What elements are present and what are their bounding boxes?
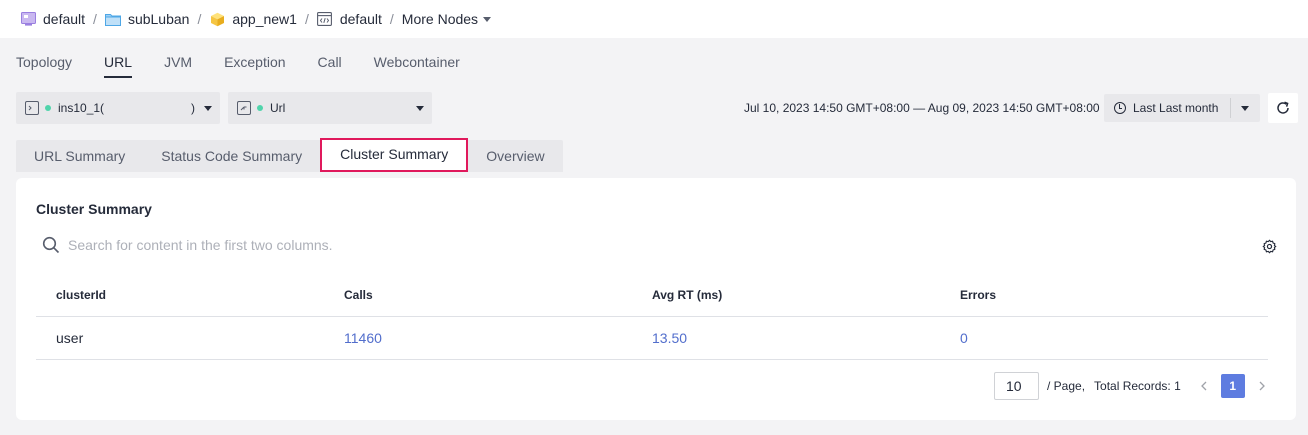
tab-url[interactable]: URL [104,52,133,78]
breadcrumb-label: subLuban [127,11,190,27]
chevron-down-icon [1241,106,1249,111]
breadcrumb-separator: / [389,11,394,27]
instance-select-value: ins10_1( [58,101,105,115]
breadcrumb-item-environment[interactable]: default [317,11,382,27]
instance-select-suffix: ) [191,101,195,115]
instance-select[interactable]: ins10_1( ) [16,92,220,124]
table-row: user 11460 13.50 0 [36,317,1268,360]
time-range-preset: Last Last month [1133,101,1219,115]
breadcrumb-label: app_new1 [232,11,297,27]
code-window-icon [317,11,333,27]
folder-icon [104,11,121,27]
breadcrumb-separator: / [304,11,309,27]
tab-overview[interactable]: Overview [468,140,562,172]
sub-tabs: URL Summary Status Code Summary Cluster … [16,138,563,172]
breadcrumb-item-application[interactable]: app_new1 [209,11,297,27]
tab-webcontainer[interactable]: Webcontainer [374,52,460,78]
divider [1230,98,1231,118]
refresh-icon [1277,101,1289,114]
breadcrumb-separator: / [197,11,202,27]
more-nodes-dropdown[interactable]: More Nodes [401,11,492,27]
cell-avg-rt-link[interactable]: 13.50 [652,330,960,346]
pagination: 10 / Page, Total Records: 1 1 [994,372,1269,400]
column-header-errors[interactable]: Errors [960,288,1268,302]
cell-errors-link[interactable]: 0 [960,330,1268,346]
column-header-clusterid[interactable]: clusterId [36,288,344,302]
cube-icon [209,11,225,27]
instance-icon [25,101,39,115]
column-header-calls[interactable]: Calls [344,288,652,302]
card-title: Cluster Summary [36,201,152,217]
breadcrumb-separator: / [93,11,97,27]
gear-icon [1262,239,1277,254]
monitor-type-icon [237,101,251,115]
more-nodes-label: More Nodes [401,11,479,27]
chevron-left-icon [1200,381,1207,391]
cell-calls-link[interactable]: 11460 [344,330,652,346]
search-input[interactable]: Search for content in the first two colu… [42,236,333,254]
tab-url-summary[interactable]: URL Summary [16,140,143,172]
chevron-down-icon [483,16,492,22]
per-page-label: / Page, [1047,379,1086,393]
breadcrumb: default / subLuban / app_new1 / default … [0,0,1308,38]
refresh-button[interactable] [1268,93,1298,123]
column-header-avg-rt[interactable]: Avg RT (ms) [652,288,960,302]
time-range-text: Jul 10, 2023 14:50 GMT+08:00 — Aug 09, 2… [744,101,1100,115]
monitor-type-value: Url [270,101,286,115]
chevron-right-icon [1259,381,1265,391]
cluster-summary-card: Cluster Summary Search for content in th… [16,178,1296,420]
tab-exception[interactable]: Exception [224,52,285,78]
next-page-button[interactable] [1255,378,1269,394]
chevron-down-icon [204,106,212,111]
search-placeholder: Search for content in the first two colu… [68,237,333,253]
tab-topology[interactable]: Topology [16,52,72,78]
page-size-select[interactable]: 10 [994,372,1039,400]
tab-jvm[interactable]: JVM [164,52,192,78]
status-dot [257,105,263,111]
table-settings-button[interactable] [1262,239,1277,257]
cell-clusterid: user [56,330,84,346]
breadcrumb-label: default [339,11,382,27]
time-range-select[interactable]: Last Last month [1104,94,1260,122]
workspace-icon [20,11,36,27]
cluster-table: clusterId Calls Avg RT (ms) Errors user … [36,274,1268,360]
top-tabs: Topology URL JVM Exception Call Webconta… [16,52,492,78]
prev-page-button[interactable] [1197,378,1211,394]
clock-icon [1114,102,1126,114]
page-button-current[interactable]: 1 [1220,374,1245,398]
monitor-type-select[interactable]: Url [228,92,432,124]
chevron-down-icon [416,106,424,111]
status-dot [45,105,51,111]
breadcrumb-item-project[interactable]: subLuban [104,11,190,27]
total-records-label: Total Records: 1 [1094,379,1181,393]
tab-call[interactable]: Call [318,52,342,78]
tab-cluster-summary[interactable]: Cluster Summary [320,138,469,172]
breadcrumb-label: default [43,11,86,27]
search-icon [42,236,60,254]
tab-status-code-summary[interactable]: Status Code Summary [143,140,320,172]
breadcrumb-item-workspace[interactable]: default [20,11,85,27]
table-header: clusterId Calls Avg RT (ms) Errors [36,274,1268,317]
